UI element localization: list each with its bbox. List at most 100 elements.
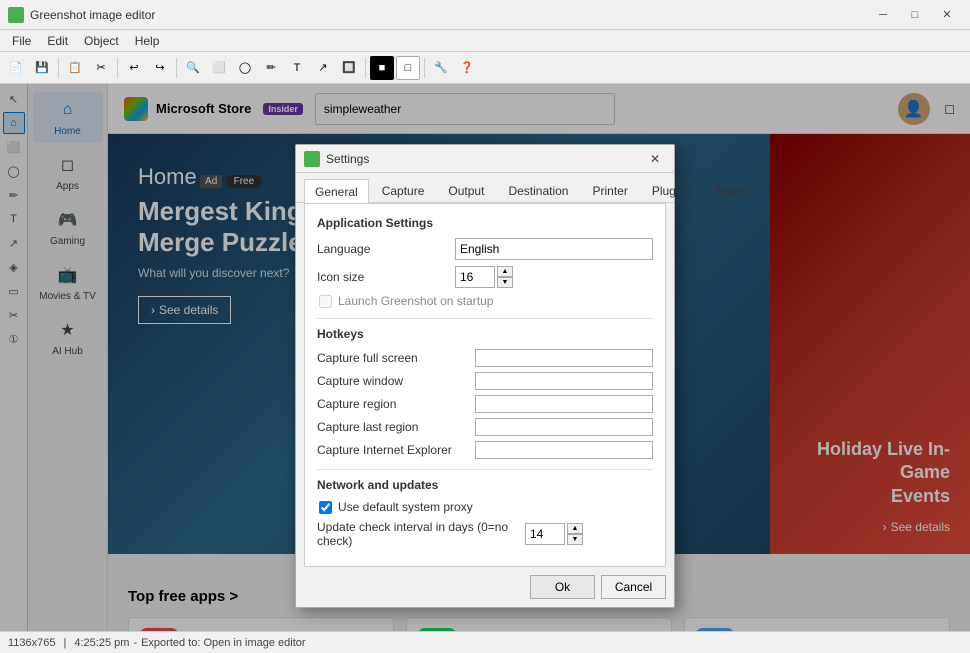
toolbar-separator-2 (117, 58, 118, 78)
toolbar-undo[interactable]: ↩ (122, 56, 146, 80)
proxy-row: Use default system proxy (317, 500, 653, 514)
hotkey-lastregion-input[interactable] (475, 418, 653, 436)
toolbar-help[interactable]: ❓ (455, 56, 479, 80)
toolbar-separator-4 (365, 58, 366, 78)
status-resolution: 1136x765 (8, 637, 56, 649)
hotkey-ie-input[interactable] (475, 441, 653, 459)
ok-button[interactable]: Ok (530, 575, 595, 599)
toolbar-separator-3 (176, 58, 177, 78)
icon-size-spinner: ▲ ▼ (497, 266, 513, 288)
icon-size-up[interactable]: ▲ (497, 266, 513, 277)
hotkey-ie-label: Capture Internet Explorer (317, 443, 467, 457)
tab-expert[interactable]: Expert (704, 179, 761, 202)
hotkey-fullscreen-row: Capture full screen (317, 349, 653, 367)
toolbar-pencil[interactable]: ✏ (259, 56, 283, 80)
toolbar-ellipse[interactable]: ◯ (233, 56, 257, 80)
toolbar-select[interactable]: 🔲 (337, 56, 361, 80)
language-label: Language (317, 242, 447, 256)
status-bar: 1136x765 | 4:25:25 pm - Exported to: Ope… (0, 631, 970, 653)
toolbar-save[interactable]: 💾 (30, 56, 54, 80)
hotkey-window-row: Capture window (317, 372, 653, 390)
toolbar-copy[interactable]: 📋 (63, 56, 87, 80)
tab-plugins[interactable]: Plugins (641, 179, 702, 202)
language-row: Language English (317, 238, 653, 260)
tab-capture[interactable]: Capture (371, 179, 436, 202)
launch-startup-checkbox[interactable] (319, 295, 332, 308)
hotkey-lastregion-row: Capture last region (317, 418, 653, 436)
settings-content: Application Settings Language English Ic… (304, 203, 666, 567)
hotkey-region-row: Capture region (317, 395, 653, 413)
tab-destination[interactable]: Destination (497, 179, 579, 202)
hotkey-window-label: Capture window (317, 374, 467, 388)
language-select[interactable]: English (455, 238, 653, 260)
icon-size-control: ▲ ▼ (455, 266, 653, 288)
toolbar-separator-5 (424, 58, 425, 78)
app-icon (8, 7, 24, 23)
settings-dialog: Settings ✕ General Capture Output Destin… (295, 144, 675, 608)
title-bar: Greenshot image editor ─ □ ✕ (0, 0, 970, 30)
dialog-footer: Ok Cancel (296, 575, 674, 607)
hotkey-fullscreen-label: Capture full screen (317, 351, 467, 365)
toolbar-text[interactable]: T (285, 56, 309, 80)
menu-help[interactable]: Help (127, 32, 168, 50)
tab-general[interactable]: General (304, 179, 369, 203)
icon-size-label: Icon size (317, 270, 447, 284)
update-interval-control: ▲ ▼ (525, 523, 653, 545)
dialog-close-button[interactable]: ✕ (644, 150, 666, 168)
main-area: ↖ ⌂ ⬜ ◯ ✏ T ↗ ◈ ▭ ✂ ① ⌂ Home ◻ Apps (0, 84, 970, 631)
toolbar: 📄 💾 📋 ✂ ↩ ↪ 🔍 ⬜ ◯ ✏ T ↗ 🔲 ■ □ 🔧 ❓ (0, 52, 970, 84)
icon-size-down[interactable]: ▼ (497, 277, 513, 288)
icon-size-input[interactable] (455, 266, 495, 288)
cancel-button[interactable]: Cancel (601, 575, 666, 599)
update-interval-spinner: ▲ ▼ (567, 523, 583, 545)
dialog-title-bar: Settings ✕ (296, 145, 674, 173)
toolbar-color[interactable]: ■ (370, 56, 394, 80)
toolbar-fill[interactable]: □ (396, 56, 420, 80)
update-interval-up[interactable]: ▲ (567, 523, 583, 534)
proxy-label: Use default system proxy (338, 500, 473, 514)
update-interval-row: Update check interval in days (0=no chec… (317, 520, 653, 548)
hotkey-ie-row: Capture Internet Explorer (317, 441, 653, 459)
toolbar-separator-1 (58, 58, 59, 78)
update-interval-input[interactable] (525, 523, 565, 545)
launch-startup-row: Launch Greenshot on startup (317, 294, 653, 308)
menu-edit[interactable]: Edit (39, 32, 76, 50)
menu-file[interactable]: File (4, 32, 39, 50)
tab-printer[interactable]: Printer (581, 179, 638, 202)
menu-bar: File Edit Object Help (0, 30, 970, 52)
update-interval-down[interactable]: ▼ (567, 534, 583, 545)
network-section: Network and updates Use default system p… (317, 469, 653, 548)
status-time: 4:25:25 pm (74, 637, 129, 649)
network-label: Network and updates (317, 478, 653, 492)
settings-tabs: General Capture Output Destination Print… (296, 173, 674, 203)
tab-output[interactable]: Output (437, 179, 495, 202)
toolbar-rect[interactable]: ⬜ (207, 56, 231, 80)
toolbar-zoom[interactable]: 🔍 (181, 56, 205, 80)
hotkey-lastregion-label: Capture last region (317, 420, 467, 434)
close-button[interactable]: ✕ (932, 5, 962, 25)
toolbar-cut[interactable]: ✂ (89, 56, 113, 80)
minimize-button[interactable]: ─ (868, 5, 898, 25)
status-exported: Exported to: Open in image editor (141, 637, 305, 649)
hotkeys-label: Hotkeys (317, 327, 653, 341)
update-interval-label: Update check interval in days (0=no chec… (317, 520, 517, 548)
icon-size-row: Icon size ▲ ▼ (317, 266, 653, 288)
language-select-wrapper: English (455, 238, 653, 260)
toolbar-settings[interactable]: 🔧 (429, 56, 453, 80)
hotkey-region-input[interactable] (475, 395, 653, 413)
launch-startup-label: Launch Greenshot on startup (338, 294, 493, 308)
proxy-checkbox[interactable] (319, 501, 332, 514)
hotkey-window-input[interactable] (475, 372, 653, 390)
title-bar-controls: ─ □ ✕ (868, 5, 962, 25)
maximize-button[interactable]: □ (900, 5, 930, 25)
app-settings-label: Application Settings (317, 216, 653, 230)
menu-object[interactable]: Object (76, 32, 127, 50)
hotkey-fullscreen-input[interactable] (475, 349, 653, 367)
hotkeys-section: Hotkeys Capture full screen Capture wind… (317, 318, 653, 459)
title-bar-text: Greenshot image editor (30, 8, 868, 22)
toolbar-redo[interactable]: ↪ (148, 56, 172, 80)
toolbar-new[interactable]: 📄 (4, 56, 28, 80)
toolbar-arrow[interactable]: ↗ (311, 56, 335, 80)
dialog-overlay: Settings ✕ General Capture Output Destin… (0, 84, 970, 631)
dialog-title-text: Settings (326, 152, 644, 166)
